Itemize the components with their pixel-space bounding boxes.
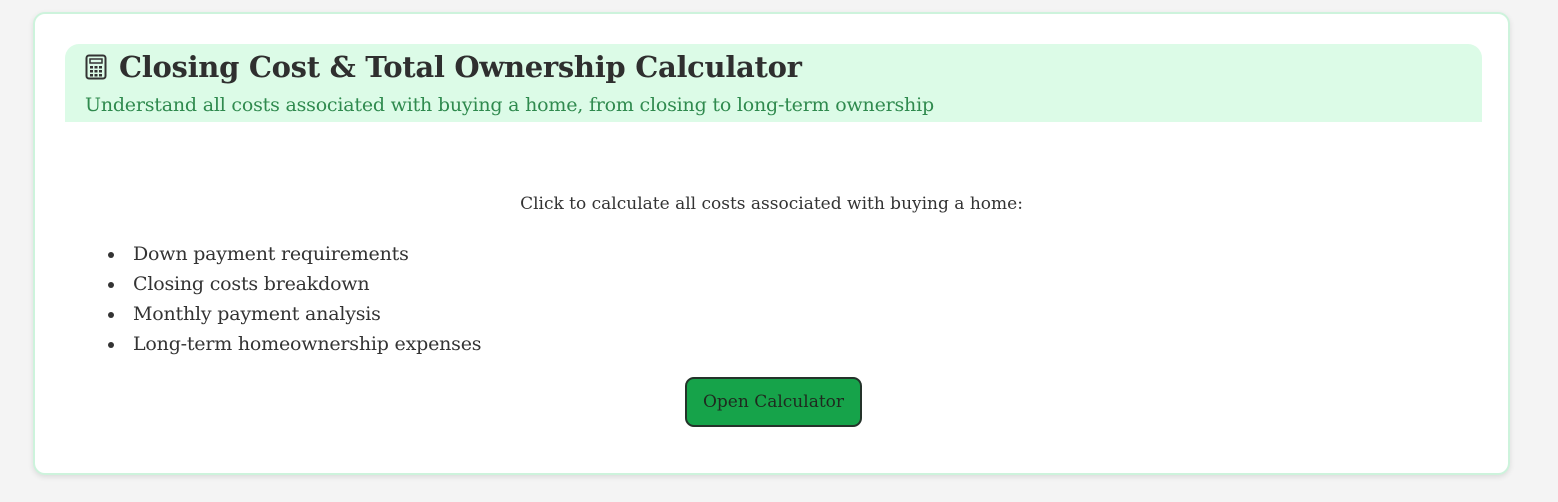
intro-text: Click to calculate all costs associated … [520, 194, 1023, 214]
calculator-icon [85, 54, 107, 80]
title-row: Closing Cost & Total Ownership Calculato… [85, 50, 802, 84]
feature-item-down-payment: Down payment requirements [108, 239, 481, 269]
page-subtitle: Understand all costs associated with buy… [85, 94, 934, 116]
feature-list: Down payment requirements Closing costs … [108, 239, 482, 359]
page-title: Closing Cost & Total Ownership Calculato… [119, 50, 802, 84]
feature-item-closing-costs: Closing costs breakdown [108, 269, 481, 299]
feature-item-monthly-payment: Monthly payment analysis [108, 299, 481, 329]
open-calculator-button[interactable]: Open Calculator [685, 377, 862, 427]
card-header: Closing Cost & Total Ownership Calculato… [65, 44, 1482, 122]
calculator-card: Closing Cost & Total Ownership Calculato… [33, 12, 1510, 475]
feature-item-long-term-expenses: Long-term homeownership expenses [108, 329, 482, 359]
